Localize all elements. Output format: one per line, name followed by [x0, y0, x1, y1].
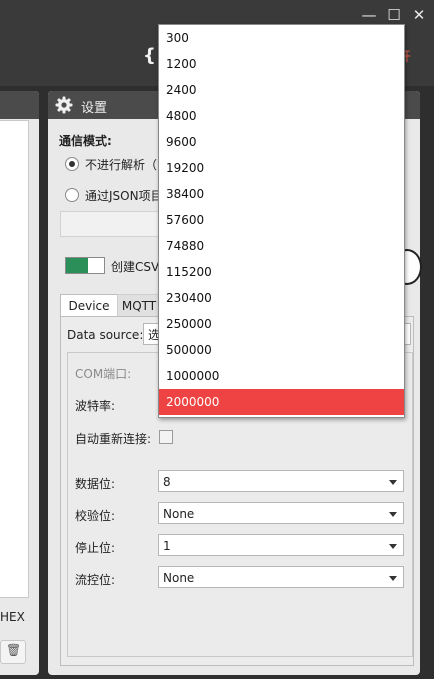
gear-icon	[55, 96, 73, 114]
baud-option[interactable]: 9600	[159, 129, 404, 155]
baud-option[interactable]: 4800	[159, 103, 404, 129]
csv-toggle[interactable]	[65, 257, 105, 274]
console-panel-header	[0, 91, 39, 119]
csv-label: 创建CSV	[111, 260, 160, 274]
data-bits-label: 数据位:	[75, 477, 116, 491]
chevron-down-icon	[389, 576, 397, 581]
json-file-field[interactable]	[60, 211, 162, 237]
baud-option[interactable]: 250000	[159, 311, 404, 337]
data-source-label: Data source:	[67, 328, 144, 342]
baud-option[interactable]: 74880	[159, 233, 404, 259]
baud-option[interactable]: 2400	[159, 77, 404, 103]
baud-option[interactable]: 115200	[159, 259, 404, 285]
com-port-label: COM端口:	[75, 367, 132, 381]
baud-rate-label: 波特率:	[75, 399, 116, 413]
data-bits-value: 8	[163, 475, 171, 489]
baud-option[interactable]: 500000	[159, 337, 404, 363]
chevron-down-icon	[389, 512, 397, 517]
console-output[interactable]	[0, 120, 29, 598]
flow-control-select[interactable]: None	[158, 566, 404, 588]
parity-select[interactable]: None	[158, 502, 404, 524]
baud-option[interactable]: 2000000	[159, 389, 404, 415]
stop-bits-select[interactable]: 1	[158, 534, 404, 556]
chevron-down-icon	[389, 480, 397, 485]
baud-option[interactable]: 19200	[159, 155, 404, 181]
baud-option[interactable]: 230400	[159, 285, 404, 311]
data-bits-select[interactable]: 8	[158, 470, 404, 492]
csv-toggle-on	[66, 258, 88, 273]
stop-bits-label: 停止位:	[75, 541, 116, 555]
parity-label: 校验位:	[75, 509, 116, 523]
tab-mqtt[interactable]: MQTT	[117, 294, 161, 317]
radio-no-parse[interactable]	[65, 157, 79, 171]
flow-control-label: 流控位:	[75, 573, 116, 587]
radio-json[interactable]	[65, 188, 79, 202]
comm-mode-label: 通信模式:	[59, 134, 112, 148]
baud-rate-dropdown[interactable]: 300 1200 2400 4800 9600 19200 38400 57600 74880 1…	[158, 24, 405, 418]
auto-reconnect-label: 自动重新连接:	[75, 432, 152, 446]
baud-option[interactable]: 300	[159, 25, 404, 51]
settings-title: 设置	[81, 101, 108, 116]
close-icon[interactable]: ✕	[409, 5, 429, 25]
stop-bits-value: 1	[163, 539, 171, 553]
baud-option[interactable]: 1000000	[159, 363, 404, 389]
flow-control-value: None	[163, 571, 195, 585]
clear-button[interactable]: 🗑	[0, 640, 26, 664]
auto-reconnect-checkbox[interactable]	[159, 430, 173, 444]
trash-icon: 🗑	[6, 643, 22, 657]
baud-option[interactable]: 1200	[159, 51, 404, 77]
maximize-icon[interactable]: ☐	[384, 5, 404, 25]
radio-json-label[interactable]: 通过JSON项目	[85, 187, 163, 204]
minimize-icon[interactable]: —	[359, 5, 379, 25]
hex-label[interactable]: HEX	[0, 610, 25, 624]
baud-option[interactable]: 57600	[159, 207, 404, 233]
radio-no-parse-label[interactable]: 不进行解析（	[85, 156, 157, 173]
parity-value: None	[163, 507, 195, 521]
tab-device[interactable]: Device	[60, 294, 118, 317]
baud-option[interactable]: 38400	[159, 181, 404, 207]
chevron-down-icon	[389, 544, 397, 549]
